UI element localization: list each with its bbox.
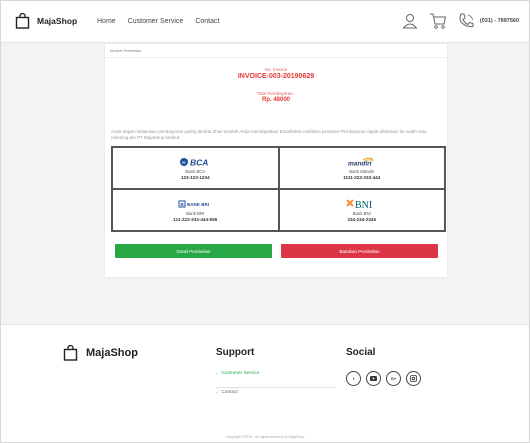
phone-icon[interactable] [457,12,475,30]
phone-number: (031) - 7897560 [479,18,519,24]
chevron-right-icon: › [216,390,218,395]
instagram-icon[interactable] [406,371,421,386]
total-label: Total Pembayaran : [256,91,296,96]
bank-name: Bank BRI [186,210,205,216]
nav-contact[interactable]: Contact [195,18,219,25]
shopping-bag-icon [15,13,30,29]
bank-account: 111-222-333-444-555 [173,216,218,222]
invoice-number: INVOICE-003-20190629 [237,73,315,80]
invoice-no-label: No. Invoice [264,67,288,72]
facebook-icon[interactable]: f [346,371,361,386]
logo[interactable]: MajaShop [15,13,77,29]
svg-text:BCA: BCA [190,157,208,167]
invoice-info: No. Invoice INVOICE-003-20190629 Total P… [105,67,447,103]
footer-brand-name: MajaShop [86,347,138,359]
bank-grid: ∞ BCA Bank BCA 123-123-1234 mandiri Bank… [111,146,446,232]
footer-link-customer-service[interactable]: › Customer Service [216,371,259,376]
bank-bni: BNI Bank BNI 234-234-2345 [278,189,445,231]
bank-name: Bank Mandiri [349,168,375,174]
page: MajaShop Home Customer Service Contact (… [0,0,530,443]
bri-logo-icon: B BANK BRI [178,199,212,209]
footer-logo[interactable]: MajaShop [63,345,138,361]
bni-logo-icon: BNI [345,198,379,210]
chevron-right-icon: › [216,371,218,376]
nav-home[interactable]: Home [97,18,116,25]
svg-text:mandiri: mandiri [348,160,372,167]
bank-account: 1111-222-333-444 [343,174,381,180]
social-title: Social [346,347,376,358]
svg-text:BNI: BNI [355,200,372,210]
nav-customer-service[interactable]: Customer Service [128,18,184,25]
svg-text:BANK BRI: BANK BRI [187,202,209,207]
bank-bri: B BANK BRI Bank BRI 111-222-333-444-555 [112,189,279,231]
bank-name: Bank BNI [352,210,371,216]
bca-logo-icon: ∞ BCA [179,157,211,167]
svg-text:∞: ∞ [182,160,186,166]
social-icons: f G+ [346,371,426,386]
detail-purchase-button[interactable]: Detail Pembelian [115,244,272,258]
copyright: Copyright ©2019 - All rights reserved by… [225,435,305,439]
youtube-icon[interactable] [366,371,381,386]
brand-name: MajaShop [37,16,78,26]
bank-mandiri: mandiri Bank Mandiri 1111-222-333-444 [278,147,445,189]
invoice-card-header: Invoice Pembelian [105,44,447,58]
google-plus-icon[interactable]: G+ [386,371,401,386]
shopping-bag-icon [63,345,78,361]
cancel-purchase-button[interactable]: Batalkan Pembelian [281,244,438,258]
footer-divider [216,387,336,388]
cart-icon[interactable] [429,12,447,30]
user-icon[interactable] [401,12,419,30]
support-title: Support [216,347,255,358]
top-header: MajaShop Home Customer Service Contact (… [1,1,529,43]
footer: MajaShop Support › Customer Service › Co… [1,324,529,442]
footer-social: Social f G+ [346,347,426,386]
footer-link-label: Customer Service [221,371,260,376]
payment-note: Anda dapat melakukan pembayaran paling l… [111,129,427,140]
bank-account: 123-123-1234 [180,174,210,180]
header-actions: (031) - 7897560 [391,12,519,30]
svg-text:B: B [181,202,185,207]
mandiri-logo-icon: mandiri [345,157,379,167]
main-nav: Home Customer Service Contact [97,18,231,25]
bank-account: 234-234-2345 [347,216,377,222]
footer-link-label: Contact [221,390,238,395]
bank-bca: ∞ BCA Bank BCA 123-123-1234 [112,147,279,189]
invoice-card: Invoice Pembelian No. Invoice INVOICE-00… [104,43,448,278]
bank-name: Bank BCA [185,168,206,174]
footer-link-contact[interactable]: › Contact [216,390,259,395]
total-amount: Rp. 48000 [261,97,291,103]
